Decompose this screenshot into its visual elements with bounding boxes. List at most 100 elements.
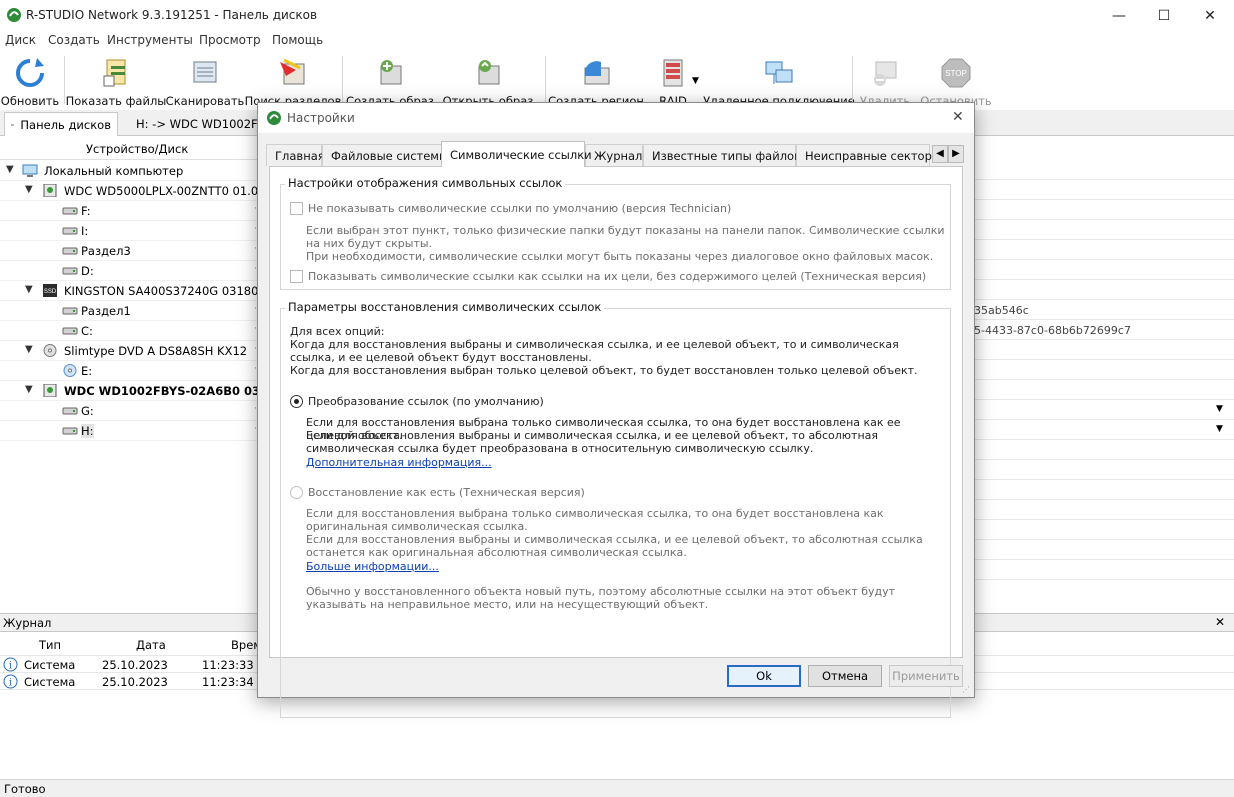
tree-expander-icon[interactable]: ▼ [25, 284, 33, 295]
scan-button[interactable]: Сканировать [166, 52, 244, 108]
tree-header[interactable]: Устройство/Диск [0, 138, 258, 160]
tab-file-systems[interactable]: Файловые системы [322, 144, 448, 166]
restore-as-is-description-1: Если для восстановления выбрана только с… [306, 507, 884, 533]
tree-row[interactable]: ▼ SSD KINGSTON SA400S37240G 03180000 · [0, 281, 280, 301]
property-row [972, 560, 1234, 580]
minimize-button[interactable]: — [1096, 0, 1142, 31]
tab-main[interactable]: Главная [266, 144, 325, 166]
property-row [972, 420, 1234, 440]
partition-search-button[interactable]: Поиск разделов [245, 52, 341, 108]
maximize-button[interactable]: ☐ [1141, 0, 1187, 31]
tree-row[interactable]: ▼ WDC WD5000LPLX-00ZNTT0 01.01A0 · [0, 181, 281, 201]
remote-connect-button[interactable]: Удаленное подключение [703, 52, 855, 108]
tree-expander-icon[interactable]: ▼ [25, 384, 33, 395]
tree-expander-icon[interactable]: ▼ [25, 344, 33, 355]
restore-as-is-description-2: Если для восстановления выбраны и символ… [306, 533, 923, 559]
tree-row[interactable]: Раздел3 · [0, 241, 258, 261]
close-window-button[interactable]: ✕ [1187, 0, 1233, 31]
show-as-links-checkbox[interactable] [290, 270, 303, 283]
dialog-title: Настройки [287, 111, 355, 125]
create-image-button[interactable]: Создать образ [346, 52, 434, 108]
tab-known-file-types[interactable]: Известные типы файлов [643, 144, 801, 166]
tree-row[interactable]: Раздел1 · [0, 301, 258, 321]
menu-bar: Диск Создать Инструменты Просмотр Помощь [0, 31, 1234, 51]
more-info-link-2[interactable]: Больше информации... [306, 560, 439, 573]
all-options-title: Для всех опций: [290, 325, 385, 338]
tree-row[interactable]: ▼ Локальный компьютер [0, 161, 258, 181]
tab-journal[interactable]: Журнал [585, 144, 643, 166]
tree-row[interactable]: ▼ WDC WD1002FBYS-02A6B0 03.0... · [0, 381, 285, 401]
stop-button[interactable]: STOP Остановить [920, 52, 992, 108]
menu-create[interactable]: Создать [48, 33, 100, 47]
journal-close-button[interactable]: ✕ [1215, 615, 1225, 629]
tab-drive-h[interactable]: H: -> WDC WD1002FB [124, 112, 266, 136]
journal-column-date[interactable]: Дата [136, 638, 166, 652]
menu-tools[interactable]: Инструменты [107, 33, 193, 47]
symbolic-links-page: Настройки отображения символьных ссылок … [269, 166, 963, 718]
create-region-button[interactable]: Создать регион [548, 52, 644, 108]
remote-connect-icon [765, 61, 793, 84]
open-image-button[interactable]: Открыть образ [443, 52, 533, 108]
tree-row[interactable]: G: · [0, 401, 258, 421]
dropdown-arrow-icon[interactable]: ▼ [1216, 404, 1223, 414]
menu-view[interactable]: Просмотр [199, 33, 261, 47]
convert-links-radio[interactable] [290, 395, 303, 408]
tree-expander-icon[interactable]: ▼ [25, 184, 33, 195]
delete-button[interactable]: Удалить [858, 52, 912, 108]
tree-row[interactable]: ▼ Slimtype DVD A DS8A8SH KX12 · [0, 341, 258, 361]
convert-links-label[interactable]: Преобразование ссылок (по умолчанию) [308, 395, 544, 408]
resize-grip-icon[interactable]: ⋰ [962, 685, 970, 694]
ssd-icon: SSD [43, 284, 57, 297]
show-as-links-label[interactable]: Показывать символические ссылки как ссыл… [308, 270, 926, 283]
cd-icon [63, 364, 77, 377]
restore-as-is-label[interactable]: Восстановление как есть (Техническая вер… [308, 486, 585, 499]
property-row [972, 440, 1234, 460]
ok-button[interactable]: Ok [727, 665, 801, 687]
menu-help[interactable]: Помощь [272, 33, 323, 47]
menu-disk[interactable]: Диск [5, 33, 36, 47]
raid-icon [663, 59, 683, 87]
restore-as-is-radio[interactable] [290, 486, 303, 499]
open-image-icon [478, 60, 500, 85]
hide-symlinks-checkbox[interactable] [290, 202, 303, 215]
raid-dropdown-arrow-icon[interactable]: ▼ [692, 76, 699, 86]
tree-row-label: H: [81, 424, 94, 438]
refresh-button[interactable]: Обновить [1, 52, 59, 108]
stop-icon: STOP [941, 58, 971, 88]
property-row [972, 540, 1234, 560]
dialog-close-button[interactable]: ✕ [952, 109, 964, 125]
tab-disk-panel[interactable]: Панель дисков [4, 112, 118, 136]
apply-button[interactable]: Применить [889, 665, 963, 687]
tab-scroll-right-button[interactable]: ▶ [948, 145, 964, 163]
property-row [972, 220, 1234, 240]
journal-column-type[interactable]: Тип [39, 638, 61, 652]
dropdown-arrow-icon[interactable]: ▼ [1216, 424, 1223, 434]
toolbar-separator [545, 56, 546, 104]
tab-bad-sectors[interactable]: Неисправные сектора [796, 144, 939, 166]
property-row [972, 500, 1234, 520]
toolbar-separator [342, 56, 343, 104]
hdd-icon [43, 384, 57, 397]
cancel-button[interactable]: Отмена [808, 665, 882, 687]
more-info-link-1[interactable]: Дополнительная информация... [306, 456, 492, 469]
show-files-button[interactable]: Показать файлы [66, 52, 166, 108]
raid-button[interactable]: RAID [650, 52, 696, 108]
tab-scroll-left-button[interactable]: ◀ [932, 145, 948, 163]
tree-expander-icon[interactable]: ▼ [6, 164, 14, 175]
property-value-fragment: 5-4433-87c0-68b6b72699c7 [974, 324, 1131, 337]
drive-icon [62, 247, 78, 255]
property-row [972, 160, 1234, 180]
create-image-icon [380, 60, 402, 85]
drive-icon [62, 327, 78, 335]
tree-row[interactable]: D: · [0, 261, 258, 281]
dialog-titlebar: Настройки ✕ [258, 103, 974, 133]
property-row [972, 260, 1234, 280]
tab-symbolic-links[interactable]: Символические ссылки [441, 141, 592, 167]
tree-row[interactable]: I: · [0, 221, 258, 241]
tree-row[interactable]: F: · [0, 201, 258, 221]
tree-row[interactable]: H: · [0, 421, 258, 441]
tree-row[interactable]: E: · [0, 361, 258, 381]
property-row [972, 240, 1234, 260]
hide-symlinks-label[interactable]: Не показывать символические ссылки по ум… [308, 202, 731, 215]
tree-row[interactable]: C: · [0, 321, 258, 341]
